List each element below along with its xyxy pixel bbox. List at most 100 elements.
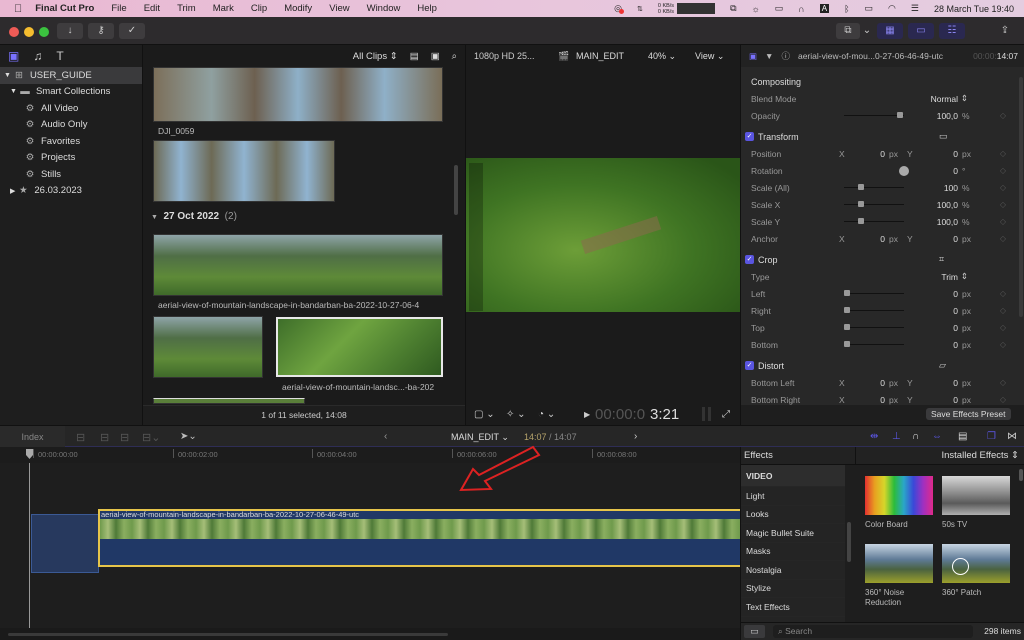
crop-type-select[interactable]: Trim	[941, 272, 958, 282]
keyframe-icon[interactable]: ◇	[1000, 166, 1006, 175]
scale-y-slider[interactable]	[844, 218, 904, 224]
keywords-button[interactable]: ⚷	[88, 23, 114, 39]
position-x-value[interactable]: 0	[880, 149, 885, 159]
keyframe-icon[interactable]: ◇	[1000, 234, 1006, 243]
anchor-y-value[interactable]: 0	[953, 234, 958, 244]
effects-category[interactable]: Masks	[741, 543, 845, 561]
keyframe-icon[interactable]: ◇	[1000, 323, 1006, 332]
position-y-value[interactable]: 0	[953, 149, 958, 159]
scale-all-value[interactable]: 100	[944, 183, 958, 193]
crop-left-slider[interactable]	[844, 290, 904, 296]
clip-thumbnail-dji-0059[interactable]	[153, 67, 443, 122]
keyframe-icon[interactable]: ◇	[1000, 217, 1006, 226]
disclosure-open-icon[interactable]: ▼	[10, 88, 17, 95]
menu-view[interactable]: View	[329, 3, 349, 14]
fullscreen-icon[interactable]: ⤢	[722, 409, 730, 420]
crop-left-slider-knob[interactable]	[844, 290, 850, 296]
record-icon[interactable]: ◎	[614, 3, 624, 14]
bluetooth-icon[interactable]: ᛒ	[844, 4, 849, 14]
menu-modify[interactable]: Modify	[284, 3, 312, 14]
minimize-window-button[interactable]	[24, 27, 34, 37]
control-center-icon[interactable]: ☰	[911, 3, 919, 14]
keyframe-icon[interactable]: ◇	[1000, 200, 1006, 209]
scale-x-slider-knob[interactable]	[858, 201, 864, 207]
scale-y-slider-knob[interactable]	[858, 218, 864, 224]
menu-window[interactable]: Window	[367, 3, 401, 14]
effects-scrollbar[interactable]	[1019, 469, 1023, 481]
effects-category[interactable]: Looks	[741, 506, 845, 524]
transitions-browser-icon[interactable]: ⋈	[1007, 431, 1017, 442]
timeline-project-name[interactable]: MAIN_EDIT ⌄	[451, 432, 509, 443]
effect-tile-color-board[interactable]	[865, 476, 933, 515]
scale-all-slider[interactable]	[844, 184, 904, 190]
apple-logo-icon[interactable]: 	[14, 3, 22, 15]
transform-checkbox[interactable]: ✓	[745, 132, 754, 141]
share-button[interactable]: ⇪	[993, 23, 1017, 39]
crop-top-slider-knob[interactable]	[844, 324, 850, 330]
opacity-slider[interactable]	[844, 112, 904, 118]
history-back-icon[interactable]: ‹	[384, 431, 387, 442]
effects-category[interactable]: Light	[741, 487, 845, 506]
color-inspector-icon[interactable]: ▼	[765, 51, 773, 61]
sidebar-item-projects[interactable]: ⚙ Projects	[0, 150, 142, 167]
select-tool-icon[interactable]: ➤⌄	[180, 431, 197, 442]
titles-generators-tab-icon[interactable]: T	[56, 49, 63, 63]
effects-category[interactable]: Magic Bullet Suite	[741, 524, 845, 543]
overwrite-clip-icon[interactable]: ⊟⌄	[142, 431, 160, 444]
snapping-icon[interactable]: ⇔	[932, 431, 942, 442]
filmstrip-view-icon[interactable]: ▣	[431, 51, 440, 62]
inspector-scrollbar[interactable]	[1019, 77, 1023, 317]
append-clip-icon[interactable]: ⊟	[120, 431, 129, 444]
crop-top-value[interactable]: 0	[953, 323, 958, 333]
distort-bottom-left-x-value[interactable]: 0	[880, 378, 885, 388]
keyframe-icon[interactable]: ◇	[1000, 183, 1006, 192]
network-icon[interactable]: ⇅	[637, 5, 643, 13]
opacity-slider-knob[interactable]	[897, 112, 904, 118]
viewer-format[interactable]: 1080p HD 25...	[474, 51, 535, 61]
scale-x-value[interactable]: 100,0	[937, 200, 958, 210]
datetime[interactable]: 28 March Tue 19:40	[934, 4, 1014, 14]
sidebar-smart-collections[interactable]: ▼ ▬ Smart Collections	[0, 84, 142, 101]
crop-right-slider-knob[interactable]	[844, 307, 850, 313]
brightness-icon[interactable]: ☼	[752, 4, 760, 14]
display-icon[interactable]: ▭	[775, 3, 784, 14]
sidebar-library[interactable]: ▼ ⊞ USER_GUIDE	[0, 67, 142, 84]
event-group-header[interactable]: ▼ 27 Oct 2022 (2)	[151, 211, 237, 222]
effects-category[interactable]: Text Effects	[741, 598, 845, 617]
history-forward-icon[interactable]: ›	[634, 431, 637, 442]
effects-source-dropdown[interactable]: Installed Effects ⇕	[942, 450, 1020, 461]
clip-thumbnail-aerial-1[interactable]	[153, 234, 443, 296]
crop-bottom-slider[interactable]	[844, 341, 904, 347]
skimming-icon[interactable]: ⇹	[870, 431, 878, 442]
keyframe-icon[interactable]: ◇	[1000, 306, 1006, 315]
distort-bottom-right-y-value[interactable]: 0	[953, 395, 958, 405]
screen-mirror-icon[interactable]: ⧉	[730, 3, 736, 14]
timeline-toggle[interactable]: ▭	[908, 23, 934, 39]
clip-thumbnail-aerial-selected[interactable]	[276, 317, 443, 377]
disclosure-open-icon[interactable]: ▼	[151, 214, 158, 221]
scale-y-value[interactable]: 100,0	[937, 217, 958, 227]
sidebar-item-audio-only[interactable]: ⚙ Audio Only	[0, 117, 142, 134]
insert-clip-icon[interactable]: ⊟	[100, 431, 109, 444]
menu-mark[interactable]: Mark	[213, 3, 234, 14]
sidebar-item-favorites[interactable]: ⚙ Favorites	[0, 133, 142, 150]
play-button[interactable]: ▶	[584, 410, 590, 419]
anchor-x-value[interactable]: 0	[880, 234, 885, 244]
headphones-icon[interactable]: ∩	[798, 4, 804, 14]
keyframe-icon[interactable]: ◇	[1000, 111, 1006, 120]
crop-right-value[interactable]: 0	[953, 306, 958, 316]
workspace-chevron[interactable]: ⌄	[860, 23, 874, 39]
crop-right-slider[interactable]	[844, 307, 904, 313]
photos-audio-tab-icon[interactable]: ♫	[33, 49, 42, 63]
index-button[interactable]: Index	[0, 426, 65, 448]
timeline-ruler[interactable]: 00:00:00:00 00:00:02:00 00:00:04:00 00:0…	[0, 447, 740, 463]
effect-tile-360-noise-reduction[interactable]	[865, 544, 933, 583]
crop-bottom-value[interactable]: 0	[953, 340, 958, 350]
connect-clip-icon[interactable]: ⊟	[76, 431, 85, 444]
video-preview[interactable]	[466, 158, 740, 312]
browser-toggle[interactable]: ▦	[877, 23, 903, 39]
crop-overlay-icon[interactable]: ⌗	[939, 254, 944, 265]
keyframe-icon[interactable]: ◇	[1000, 289, 1006, 298]
sidebar-item-stills[interactable]: ⚙ Stills	[0, 166, 142, 183]
video-inspector-icon[interactable]: ▣	[749, 51, 757, 62]
